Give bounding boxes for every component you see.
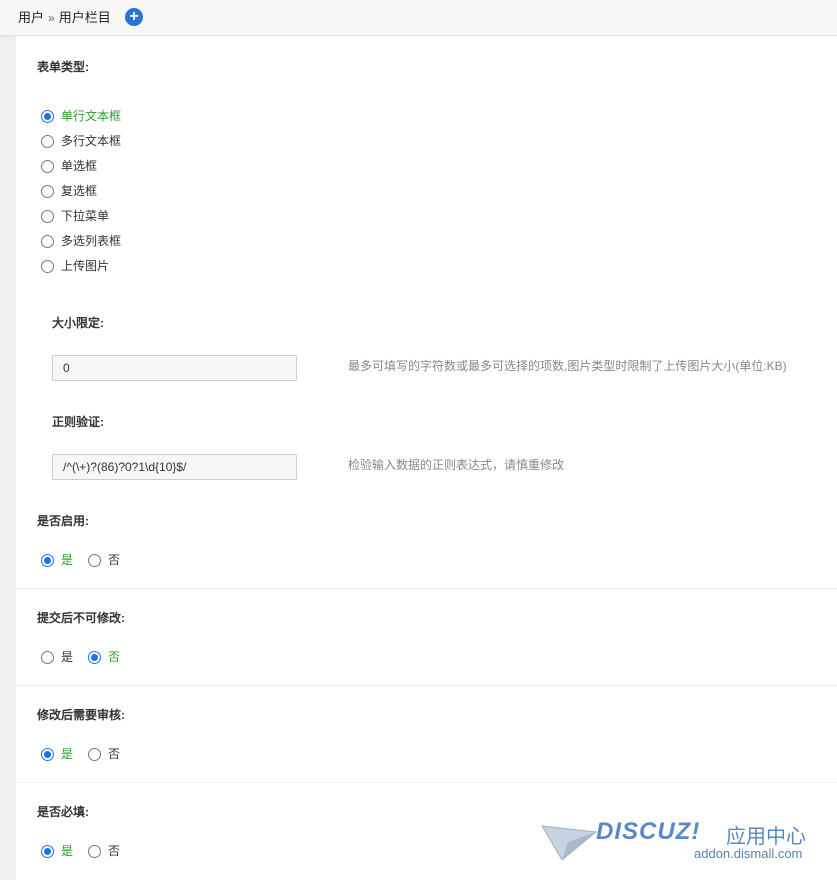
required-label: 是否必填:	[37, 805, 89, 819]
required-yes-text: 是	[61, 844, 74, 858]
form-type-option: 多选列表框	[61, 234, 122, 248]
regex-input[interactable]: /^(\+)?(86)?0?1\d{10}$/	[52, 454, 297, 480]
add-icon[interactable]: +	[125, 8, 143, 26]
form-type-radio-multi-line[interactable]	[41, 135, 54, 148]
enabled-yes-radio[interactable]	[41, 554, 54, 567]
form-type-option: 单选框	[61, 159, 98, 173]
form-type-option: 上传图片	[61, 259, 110, 273]
review-no-text: 否	[108, 747, 121, 761]
form-type-option: 多行文本框	[61, 134, 122, 148]
row-divider	[16, 782, 837, 783]
form-type-radio-checkbox[interactable]	[41, 185, 54, 198]
size-limit-hint: 最多可填写的字符数或最多可选择的项数,图片类型时限制了上传图片大小(单位:KB)	[348, 359, 787, 373]
form-type-radio-select[interactable]	[41, 210, 54, 223]
form-type-option: 复选框	[61, 184, 98, 198]
required-no-radio[interactable]	[88, 845, 101, 858]
review-yes-text: 是	[61, 747, 74, 761]
row-divider	[16, 588, 837, 589]
row-divider	[16, 685, 837, 686]
regex-label: 正则验证:	[52, 415, 104, 429]
locked-after-submit-label: 提交后不可修改:	[37, 611, 125, 625]
locked-yes-radio[interactable]	[41, 651, 54, 664]
breadcrumb-current: 用户栏目	[58, 10, 111, 25]
locked-no-text: 否	[108, 650, 121, 664]
form-type-option: 下拉菜单	[61, 209, 110, 223]
watermark-url: addon.dismall.com	[694, 846, 803, 861]
regex-hint: 检验输入数据的正则表达式，请慎重修改	[348, 458, 565, 472]
form-type-radio-radio[interactable]	[41, 160, 54, 173]
enabled-yes-text: 是	[61, 553, 74, 567]
breadcrumb: 用户 » 用户栏目	[18, 10, 111, 26]
watermark-cn: 应用中心	[726, 826, 806, 848]
breadcrumb-root[interactable]: 用户	[18, 10, 44, 25]
review-no-radio[interactable]	[88, 748, 101, 761]
required-no-text: 否	[108, 844, 121, 858]
form-type-option: 单行文本框	[61, 109, 122, 123]
breadcrumb-separator: »	[48, 11, 55, 25]
form-panel: 表单类型: 单行文本框 多行文本框 单选框 复选框 下拉菜单 多选列表框 上传图…	[16, 36, 837, 880]
locked-yes-text: 是	[61, 650, 74, 664]
form-type-radio-multi-select[interactable]	[41, 235, 54, 248]
watermark-logo: DISCUZ!	[596, 818, 701, 845]
paper-plane-icon	[541, 825, 598, 860]
locked-no-radio[interactable]	[88, 651, 101, 664]
form-type-radio-image[interactable]	[41, 260, 54, 273]
required-yes-radio[interactable]	[41, 845, 54, 858]
review-yes-radio[interactable]	[41, 748, 54, 761]
enabled-label: 是否启用:	[37, 514, 89, 528]
form-type-radio-single-line[interactable]	[41, 110, 54, 123]
review-after-edit-label: 修改后需要审核:	[37, 708, 125, 722]
size-limit-input[interactable]: 0	[52, 355, 297, 381]
form-type-label: 表单类型:	[37, 60, 89, 74]
enabled-no-radio[interactable]	[88, 554, 101, 567]
enabled-no-text: 否	[108, 553, 121, 567]
top-bar: 用户 » 用户栏目 +	[0, 0, 837, 36]
size-limit-label: 大小限定:	[52, 316, 104, 330]
discuz-watermark: DISCUZ! 应用中心 addon.dismall.com	[540, 816, 825, 866]
